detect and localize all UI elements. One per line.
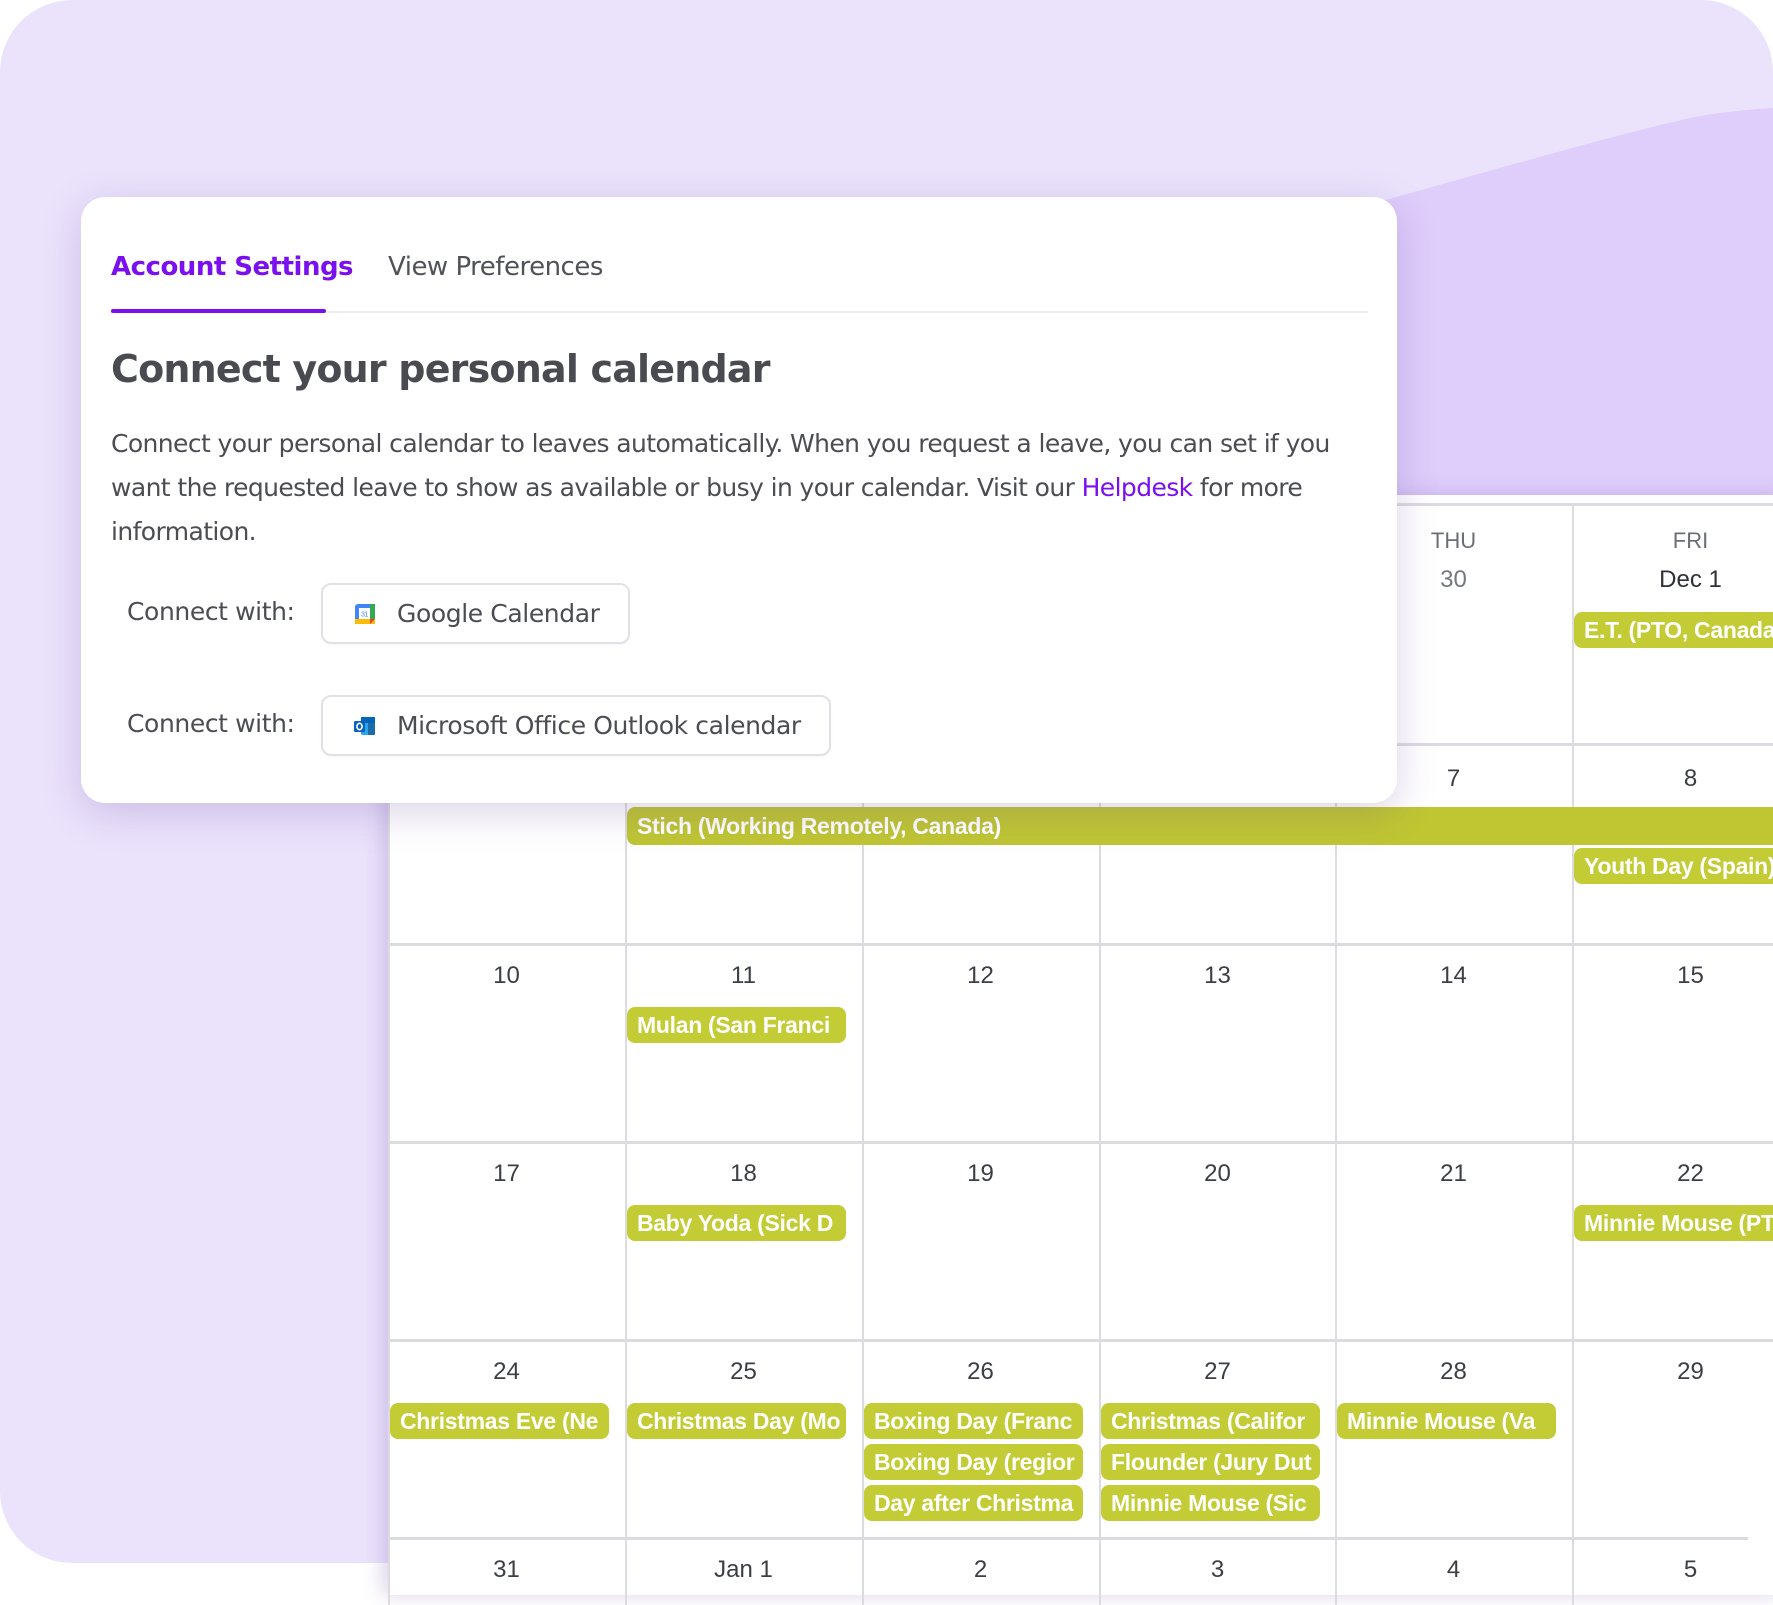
date-26[interactable]: 26 xyxy=(862,1358,1099,1386)
date-dec-1[interactable]: Dec 1 xyxy=(1572,566,1773,594)
settings-card: Account Settings View Preferences Connec… xyxy=(81,197,1397,803)
section-title: Connect your personal calendar xyxy=(111,347,770,391)
date-20[interactable]: 20 xyxy=(1099,1160,1336,1188)
row-divider xyxy=(388,1141,1773,1144)
date-jan-2[interactable]: 2 xyxy=(862,1556,1099,1584)
event-pill[interactable]: E.T. (PTO, Canada xyxy=(1574,612,1773,648)
tab-account-settings[interactable]: Account Settings xyxy=(111,252,354,282)
date-jan-5[interactable]: 5 xyxy=(1572,1556,1773,1584)
event-pill[interactable]: Boxing Day (Franc xyxy=(864,1403,1083,1439)
date-12[interactable]: 12 xyxy=(862,962,1099,990)
date-24[interactable]: 24 xyxy=(388,1358,625,1386)
date-jan-4[interactable]: 4 xyxy=(1335,1556,1572,1584)
date-8[interactable]: 8 xyxy=(1572,765,1773,793)
active-tab-indicator xyxy=(111,309,326,313)
connect-with-label: Connect with: xyxy=(127,597,295,626)
date-13[interactable]: 13 xyxy=(1099,962,1336,990)
date-28[interactable]: 28 xyxy=(1335,1358,1572,1386)
date-27[interactable]: 27 xyxy=(1099,1358,1336,1386)
svg-text:31: 31 xyxy=(361,611,368,618)
event-pill[interactable]: Day after Christma xyxy=(864,1485,1083,1521)
column-divider xyxy=(1572,505,1574,1605)
connect-with-label: Connect with: xyxy=(127,709,295,738)
connect-outlook-calendar-button[interactable]: Microsoft Office Outlook calendar xyxy=(321,695,831,756)
date-14[interactable]: 14 xyxy=(1335,962,1572,990)
date-19[interactable]: 19 xyxy=(862,1160,1099,1188)
event-pill-multiday[interactable]: Stich (Working Remotely, Canada) xyxy=(627,807,1773,845)
google-calendar-icon: 31 xyxy=(355,603,375,624)
date-29[interactable]: 29 xyxy=(1572,1358,1773,1386)
date-22[interactable]: 22 xyxy=(1572,1160,1773,1188)
event-pill[interactable]: Baby Yoda (Sick D xyxy=(627,1205,846,1241)
date-31[interactable]: 31 xyxy=(388,1556,625,1584)
event-pill[interactable]: Christmas (Califor xyxy=(1101,1403,1320,1439)
date-jan-1[interactable]: Jan 1 xyxy=(625,1556,862,1584)
event-pill[interactable]: Youth Day (Spain) xyxy=(1574,848,1773,884)
day-of-week-fri: FRI xyxy=(1672,528,1709,553)
event-pill[interactable]: Minnie Mouse (Va xyxy=(1337,1403,1556,1439)
date-18[interactable]: 18 xyxy=(625,1160,862,1188)
event-pill[interactable]: Mulan (San Franci xyxy=(627,1007,846,1043)
event-pill[interactable]: Minnie Mouse (Sic xyxy=(1101,1485,1320,1521)
date-25[interactable]: 25 xyxy=(625,1358,862,1386)
date-17[interactable]: 17 xyxy=(388,1160,625,1188)
section-description: Connect your personal calendar to leaves… xyxy=(111,422,1376,554)
event-pill[interactable]: Christmas Eve (Ne xyxy=(390,1403,609,1439)
connect-google-calendar-button[interactable]: 31 Google Calendar xyxy=(321,583,630,644)
date-jan-3[interactable]: 3 xyxy=(1099,1556,1336,1584)
row-divider xyxy=(388,943,1773,946)
event-pill[interactable]: Minnie Mouse (PT xyxy=(1574,1205,1773,1241)
tab-view-preferences[interactable]: View Preferences xyxy=(388,252,603,282)
date-10[interactable]: 10 xyxy=(388,962,625,990)
helpdesk-link[interactable]: Helpdesk xyxy=(1082,473,1194,502)
outlook-icon xyxy=(354,716,375,735)
outlook-button-label: Microsoft Office Outlook calendar xyxy=(397,711,801,740)
event-pill[interactable]: Flounder (Jury Dut xyxy=(1101,1444,1320,1480)
row-divider xyxy=(388,1339,1773,1342)
event-pill[interactable]: Christmas Day (Mo xyxy=(627,1403,846,1439)
event-pill[interactable]: Boxing Day (regior xyxy=(864,1444,1083,1480)
google-calendar-button-label: Google Calendar xyxy=(397,599,600,628)
row-divider xyxy=(388,1537,1748,1540)
date-15[interactable]: 15 xyxy=(1572,962,1773,990)
date-21[interactable]: 21 xyxy=(1335,1160,1572,1188)
date-11[interactable]: 11 xyxy=(625,962,862,990)
